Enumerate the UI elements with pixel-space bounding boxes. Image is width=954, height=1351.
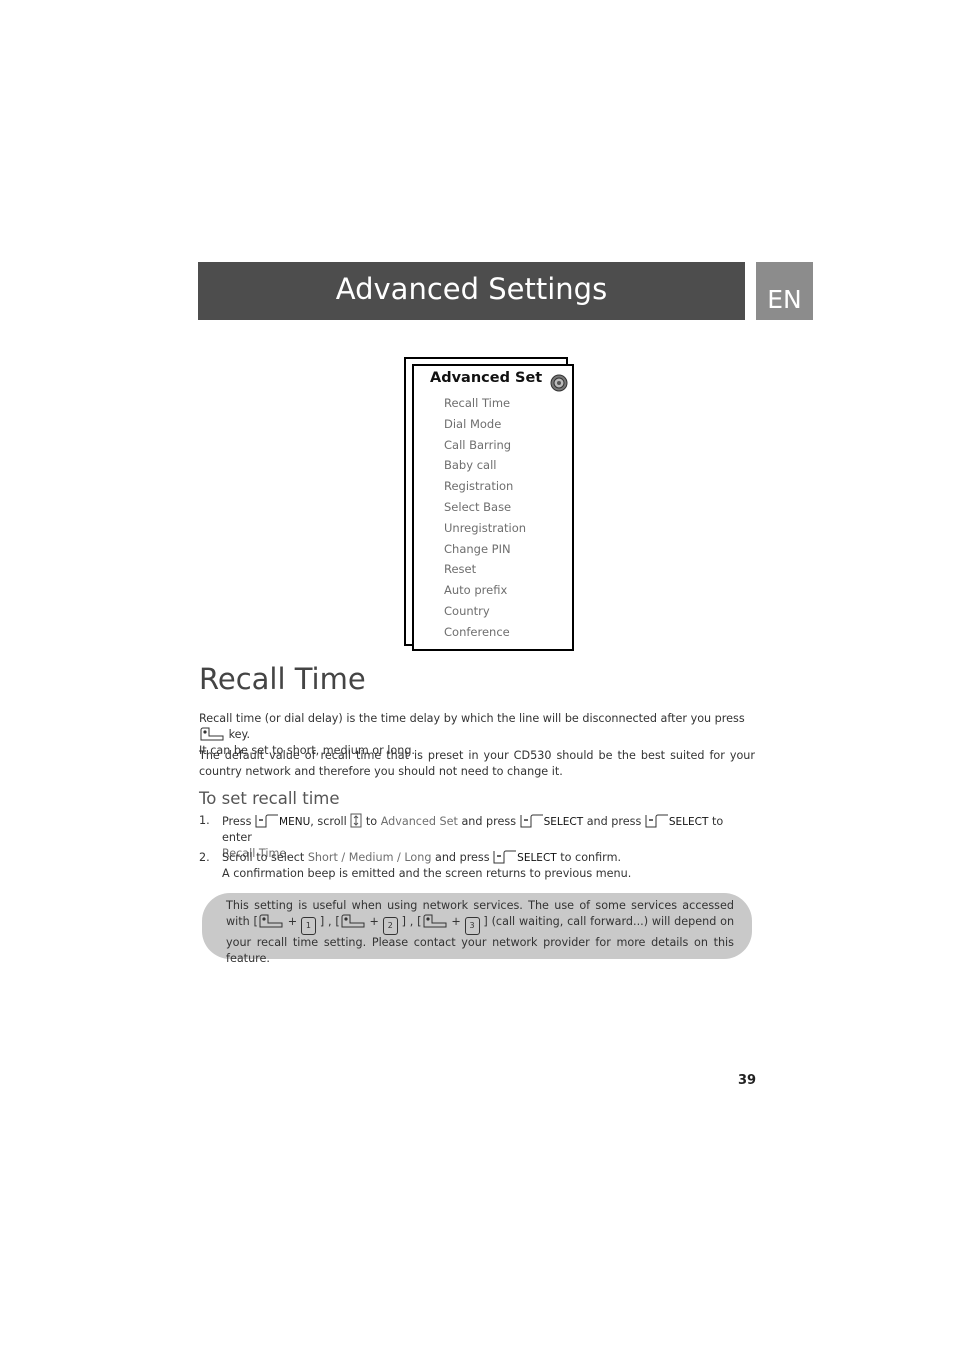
key-2-icon: 2: [382, 917, 398, 935]
menu-item[interactable]: Baby call: [444, 455, 526, 476]
menu-item[interactable]: Registration: [444, 476, 526, 497]
default-paragraph: The default value of recall time that is…: [199, 749, 755, 778]
text: Recall time (or dial delay) is the time …: [199, 712, 745, 725]
option-list: Short / Medium / Long: [307, 851, 432, 864]
menu-key-label: MENU: [279, 816, 311, 828]
gear-icon: [550, 374, 568, 392]
menu-list: Recall Time Dial Mode Call Barring Baby cal…: [444, 393, 526, 643]
menu-title: Advanced Set: [430, 370, 543, 386]
text: +: [451, 915, 461, 928]
menu-item[interactable]: Auto prefix: [444, 580, 526, 601]
text: to confirm.: [560, 851, 622, 864]
note-text: This setting is useful when using networ…: [226, 898, 734, 967]
left-softkey-icon: [645, 814, 668, 828]
subsection-title: To set recall time: [199, 789, 340, 808]
text: Press: [222, 815, 252, 828]
menu-item[interactable]: Dial Mode: [444, 414, 526, 435]
key-1-icon: 1: [300, 917, 316, 935]
language-tab: EN: [756, 262, 813, 320]
text: ] , [: [401, 915, 422, 928]
text: +: [369, 915, 379, 928]
text: key.: [228, 728, 251, 741]
menu-item[interactable]: Country: [444, 601, 526, 622]
text: and press: [461, 815, 517, 828]
info-note: This setting is useful when using networ…: [202, 893, 752, 965]
key-3-icon: 3: [464, 917, 480, 935]
section-title: Recall Time: [199, 662, 366, 696]
menu-item[interactable]: Change PIN: [444, 539, 526, 560]
scroll-key-icon: [350, 813, 362, 828]
text: and press: [434, 851, 490, 864]
page-number: 39: [738, 1073, 757, 1088]
handset-menu-screen: Advanced Set Recall Time Dial Mode Call Ba…: [412, 364, 574, 651]
menu-item[interactable]: Recall Time: [444, 393, 526, 414]
text: , scroll: [310, 815, 347, 828]
text: and press: [586, 815, 642, 828]
manual-page: Advanced Settings EN Advanced Set Recall…: [0, 0, 954, 1351]
menu-item[interactable]: Unregistration: [444, 518, 526, 539]
menu-item[interactable]: Call Barring: [444, 435, 526, 456]
text: to: [365, 815, 378, 828]
select-key-label: SELECT: [543, 816, 584, 828]
step-2: 2. Scroll to select Short / Medium / Lon…: [199, 850, 755, 882]
recall-key-icon: [259, 914, 283, 928]
menu-item[interactable]: Select Base: [444, 497, 526, 518]
menu-item[interactable]: Conference: [444, 622, 526, 643]
text: Scroll to select: [222, 851, 305, 864]
step-number: 2.: [199, 851, 210, 864]
text: +: [287, 915, 298, 928]
step-number: 1.: [199, 814, 210, 827]
select-key-label: SELECT: [517, 852, 557, 864]
left-softkey-icon: [255, 814, 279, 828]
text: ] , [: [319, 915, 340, 928]
left-softkey-icon: [493, 850, 517, 864]
menu-item[interactable]: Reset: [444, 559, 526, 580]
recall-key-icon: [423, 914, 446, 928]
menu-ref: Advanced Set: [380, 815, 458, 828]
select-key-label: SELECT: [668, 816, 709, 828]
chapter-header: Advanced Settings: [198, 262, 745, 320]
recall-key-icon: [200, 727, 224, 741]
left-softkey-icon: [520, 814, 543, 828]
recall-key-icon: [341, 914, 365, 928]
text: A confirmation beep is emitted and the s…: [222, 867, 632, 880]
